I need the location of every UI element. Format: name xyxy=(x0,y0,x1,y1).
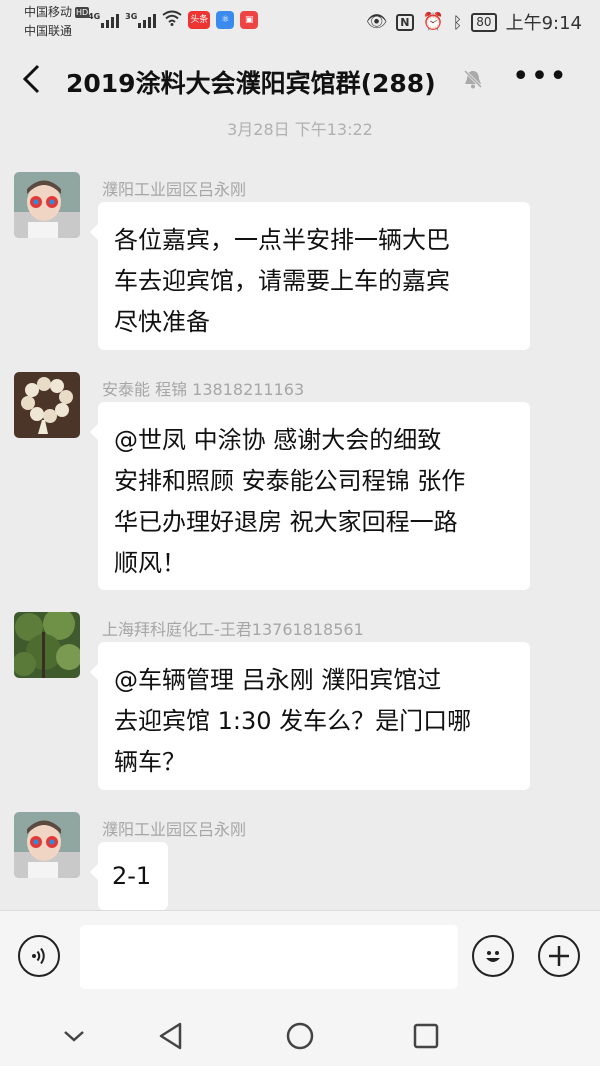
clock: 上午9:14 xyxy=(505,13,582,34)
signal-2-icon: 3G xyxy=(125,11,157,28)
sender-name: 濮阳工业园区吕永刚 xyxy=(102,180,247,199)
message-list[interactable]: 3月28日 下午13:22 濮阳工业园区吕永刚 各位嘉宾，一点半安排一辆大巴 车… xyxy=(0,116,600,910)
back-triangle-icon xyxy=(159,1022,182,1050)
network-icons: 4G 3G 头条 ⚛ ▣ xyxy=(88,10,259,29)
signal-1-icon: 4G xyxy=(88,11,120,28)
net-2-label: 3G xyxy=(125,11,138,21)
status-bar: 中国移动 HD 中国联通 4G 3G 头条 ⚛ ▣ 👁 N ⏰ ᛒ 80 上午9… xyxy=(0,0,600,44)
battery-indicator: 80 xyxy=(471,12,497,32)
nav-recent-button[interactable] xyxy=(406,1016,446,1056)
message-bubble[interactable]: 各位嘉宾，一点半安排一辆大巴 车去迎宾馆，请需要上车的嘉宾 尽快准备 xyxy=(90,202,530,350)
more-dots-icon: ••• xyxy=(511,59,568,94)
emoji-button[interactable] xyxy=(472,935,514,977)
book-app-icon: ▣ xyxy=(240,10,259,29)
emoji-icon xyxy=(486,951,500,962)
recent-square-icon xyxy=(413,1023,439,1049)
voice-button[interactable] xyxy=(18,935,60,977)
net-1-label: 4G xyxy=(88,11,101,21)
plus-icon xyxy=(549,946,569,966)
avatar[interactable] xyxy=(14,612,80,678)
message-bubble[interactable]: 2-1 xyxy=(90,842,168,910)
bluetooth-icon: ᛒ xyxy=(452,12,463,32)
chevron-down-icon xyxy=(64,1031,84,1042)
chevron-left-icon xyxy=(22,64,40,94)
message-timestamp: 3月28日 下午13:22 xyxy=(227,120,373,139)
alarm-icon: ⏰ xyxy=(422,12,444,32)
avatar[interactable] xyxy=(14,372,80,438)
chat-header: 2019涂料大会濮阳宾馆群(288) ••• xyxy=(0,44,600,116)
carrier-info: 中国移动 HD 中国联通 xyxy=(24,3,90,41)
toutiao-app-icon: 头条 xyxy=(188,10,211,29)
chat-title: 2019涂料大会濮阳宾馆群(288) xyxy=(66,69,436,98)
nfc-icon: N xyxy=(396,13,414,31)
avatar[interactable] xyxy=(14,812,80,878)
avatar[interactable] xyxy=(14,172,80,238)
nav-hide-button[interactable] xyxy=(54,1016,94,1056)
home-circle-icon xyxy=(286,1022,314,1050)
carrier-1: 中国移动 xyxy=(24,5,73,19)
sender-name: 安泰能 程锦 13818211163 xyxy=(102,380,305,399)
message-bubble[interactable]: @世凤 中涂协 感谢大会的细致 安排和照顾 安泰能公司程锦 张作 华已办理好退房… xyxy=(90,402,530,590)
sender-name: 上海拜科庭化工-王君13761818561 xyxy=(102,620,364,639)
more-actions-button[interactable] xyxy=(538,935,580,977)
nav-home-button[interactable] xyxy=(280,1016,320,1056)
input-bar xyxy=(0,910,600,1007)
message-input[interactable] xyxy=(80,925,458,989)
sender-name: 濮阳工业园区吕永刚 xyxy=(102,820,247,839)
back-button[interactable] xyxy=(20,62,42,102)
bell-muted-icon xyxy=(462,68,484,96)
message-bubble[interactable]: @车辆管理 吕永刚 濮阳宾馆过 去迎宾馆 1:30 发车么？是门口哪 辆车？ xyxy=(90,642,530,790)
browser-app-icon: ⚛ xyxy=(216,10,235,29)
status-right: 👁 N ⏰ ᛒ 80 上午9:14 xyxy=(366,9,582,35)
voice-icon xyxy=(32,947,45,965)
system-nav-bar xyxy=(0,1006,600,1066)
eye-icon: 👁 xyxy=(365,12,388,32)
wifi-icon xyxy=(162,10,182,29)
nav-back-button[interactable] xyxy=(150,1016,190,1056)
carrier-2: 中国联通 xyxy=(24,24,73,38)
more-button[interactable]: ••• xyxy=(512,62,568,92)
